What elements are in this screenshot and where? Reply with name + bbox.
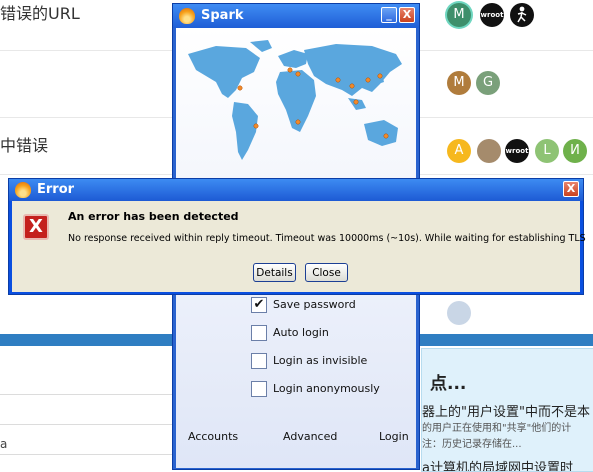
- spark-window-title: Spark: [201, 8, 244, 23]
- error-heading: An error has been detected: [68, 210, 239, 223]
- notice-text: 的用户正在使用和"共享"他们的计: [422, 423, 572, 434]
- user-avatar[interactable]: G: [476, 71, 500, 95]
- notice-text: 注：历史记录存储在...: [422, 439, 522, 450]
- error-titlebar[interactable]: Error X: [9, 179, 583, 201]
- error-dialog-title: Error: [37, 182, 75, 197]
- topic-title[interactable]: 中错误: [0, 132, 48, 156]
- spark-logo-icon: [15, 182, 31, 198]
- user-avatar-photo[interactable]: [477, 139, 501, 163]
- close-button[interactable]: Close: [305, 263, 348, 282]
- user-avatar[interactable]: wroot: [505, 139, 529, 163]
- details-button[interactable]: Details: [253, 263, 296, 282]
- login-button[interactable]: Login: [379, 430, 409, 443]
- save-password-label[interactable]: Save password: [273, 298, 356, 311]
- advanced-link[interactable]: Advanced: [283, 430, 337, 443]
- close-icon[interactable]: X: [563, 181, 579, 197]
- minimize-button[interactable]: _: [381, 7, 397, 23]
- login-invisible-checkbox[interactable]: [251, 353, 267, 369]
- accounts-link[interactable]: Accounts: [188, 430, 238, 443]
- user-avatar[interactable]: A: [447, 139, 471, 163]
- error-icon: X: [23, 214, 49, 240]
- login-invisible-label[interactable]: Login as invisible: [273, 354, 367, 367]
- divider: [0, 454, 175, 455]
- user-avatar[interactable]: M: [447, 71, 471, 95]
- divider: [0, 424, 175, 425]
- user-avatar[interactable]: wroot: [480, 3, 504, 27]
- search-field-label[interactable]: a: [0, 437, 7, 451]
- user-avatar[interactable]: [447, 301, 471, 325]
- notice-title: 点...: [430, 374, 467, 394]
- user-avatar[interactable]: M: [447, 3, 471, 27]
- close-button[interactable]: X: [399, 7, 415, 23]
- topic-title[interactable]: 错误的URL: [0, 0, 80, 24]
- login-anonymously-checkbox[interactable]: [251, 381, 267, 397]
- auto-login-label[interactable]: Auto login: [273, 326, 329, 339]
- user-avatar[interactable]: И: [563, 139, 587, 163]
- error-body: X An error has been detected No response…: [12, 201, 586, 292]
- error-message: No response received within reply timeou…: [68, 233, 586, 244]
- auto-login-checkbox[interactable]: [251, 325, 267, 341]
- notice-panel: 点... 器上的"用户设置"中而不是本 的用户正在使用和"共享"他们的计 注：历…: [421, 348, 593, 472]
- error-dialog: Error X X An error has been detected No …: [8, 178, 586, 295]
- user-avatar-figure[interactable]: [510, 3, 534, 27]
- spark-titlebar[interactable]: Spark _ X: [173, 4, 419, 28]
- person-icon: [517, 6, 527, 23]
- user-avatar[interactable]: L: [535, 139, 559, 163]
- login-anonymously-label[interactable]: Login anonymously: [273, 382, 380, 395]
- spark-logo-icon: [179, 8, 195, 24]
- divider: [0, 394, 175, 395]
- notice-text: 器上的"用户设置"中而不是本: [422, 405, 590, 420]
- world-map-image: [188, 40, 402, 160]
- save-password-checkbox[interactable]: ✔: [251, 297, 267, 313]
